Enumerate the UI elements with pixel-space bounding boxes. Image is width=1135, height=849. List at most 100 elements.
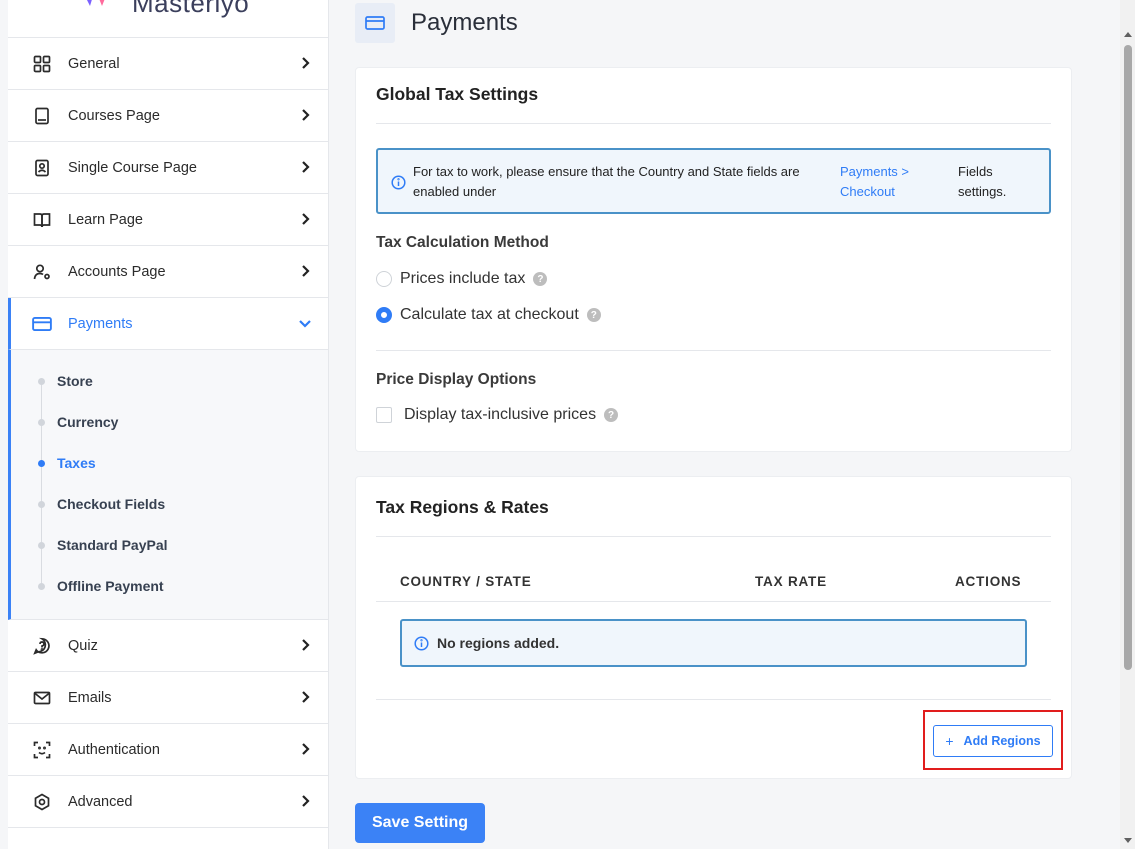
display-tax-inclusive-option[interactable]: Display tax-inclusive prices ? bbox=[376, 406, 619, 424]
mail-icon bbox=[32, 688, 52, 708]
radio-button[interactable] bbox=[376, 271, 392, 287]
column-header-tax-rate: TAX RATE bbox=[755, 574, 827, 589]
credit-card-icon bbox=[32, 314, 52, 334]
sidebar-item-label: Advanced bbox=[68, 793, 133, 810]
settings-sidebar: Masteriyo General Courses Page Single Co… bbox=[8, 0, 329, 849]
chevron-right-icon bbox=[298, 742, 312, 756]
sidebar-item-partial[interactable] bbox=[8, 828, 328, 849]
global-tax-settings-card: Global Tax Settings For tax to work, ple… bbox=[355, 67, 1072, 452]
subnav-item-label: Taxes bbox=[57, 455, 96, 471]
grid-icon bbox=[32, 54, 52, 74]
button-label: Add Regions bbox=[963, 734, 1041, 748]
tax-notice: For tax to work, please ensure that the … bbox=[376, 148, 1051, 214]
option-calculate-at-checkout[interactable]: Calculate tax at checkout ? bbox=[376, 306, 601, 324]
sidebar-item-payments[interactable]: Payments bbox=[8, 298, 328, 350]
sidebar-item-label: Authentication bbox=[68, 741, 160, 758]
subnav-item-currency[interactable]: Currency bbox=[38, 412, 119, 432]
payments-subnav: Store Currency Taxes Checkout Fields Sta… bbox=[8, 350, 328, 620]
brand-name: Masteriyo bbox=[132, 0, 250, 18]
subnav-item-taxes[interactable]: Taxes bbox=[38, 453, 96, 473]
card-title: Global Tax Settings bbox=[376, 84, 539, 104]
bullet-dot bbox=[38, 582, 45, 590]
bullet-dot bbox=[38, 541, 45, 549]
help-icon[interactable]: ? bbox=[533, 272, 548, 286]
main-content: Payments Global Tax Settings For tax to … bbox=[330, 0, 1096, 849]
scroll-down-arrow-icon[interactable] bbox=[1124, 838, 1132, 843]
sidebar-item-authentication[interactable]: Authentication bbox=[8, 724, 328, 776]
bullet-dot bbox=[38, 459, 45, 467]
sidebar-item-learn-page[interactable]: Learn Page bbox=[8, 194, 328, 246]
sidebar-item-label: Courses Page bbox=[68, 107, 160, 124]
divider bbox=[376, 699, 1051, 700]
chevron-right-icon bbox=[298, 794, 312, 808]
help-icon[interactable]: ? bbox=[604, 408, 619, 422]
sidebar-item-label: Learn Page bbox=[68, 211, 143, 228]
sidebar-item-courses-page[interactable]: Courses Page bbox=[8, 90, 328, 142]
brand-logo-icon bbox=[87, 0, 105, 6]
subnav-item-label: Store bbox=[57, 373, 93, 389]
sidebar-item-accounts-page[interactable]: Accounts Page bbox=[8, 246, 328, 298]
subnav-item-label: Checkout Fields bbox=[57, 496, 166, 512]
chevron-right-icon bbox=[298, 108, 312, 122]
page-title: Payments bbox=[411, 9, 518, 36]
sidebar-item-emails[interactable]: Emails bbox=[8, 672, 328, 724]
save-setting-button[interactable]: Save Setting bbox=[355, 803, 485, 843]
scroll-up-arrow-icon[interactable] bbox=[1124, 32, 1132, 37]
user-gear-icon bbox=[32, 262, 52, 282]
divider bbox=[376, 601, 1051, 602]
sidebar-item-label: Emails bbox=[68, 689, 112, 706]
checkbox[interactable] bbox=[376, 407, 392, 423]
tax-calc-label: Tax Calculation Method bbox=[376, 234, 549, 251]
notice-text: For tax to work, please ensure that the … bbox=[413, 164, 800, 199]
subnav-item-offline-payment[interactable]: Offline Payment bbox=[38, 576, 164, 596]
radio-button-checked[interactable] bbox=[376, 307, 392, 323]
checkbox-label: Display tax-inclusive prices bbox=[404, 406, 597, 423]
chevron-right-icon bbox=[298, 638, 312, 652]
chevron-right-icon bbox=[298, 264, 312, 278]
sidebar-item-quiz[interactable]: Quiz bbox=[8, 620, 328, 672]
divider bbox=[376, 123, 1051, 124]
book-icon bbox=[32, 106, 52, 126]
subnav-item-standard-paypal[interactable]: Standard PayPal bbox=[38, 535, 168, 555]
subnav-item-store[interactable]: Store bbox=[38, 371, 93, 391]
tax-regions-card: Tax Regions & Rates COUNTRY / STATE TAX … bbox=[355, 476, 1072, 779]
scrollbar[interactable] bbox=[1120, 0, 1135, 849]
subnav-item-checkout-fields[interactable]: Checkout Fields bbox=[38, 494, 166, 514]
option-prices-include-tax[interactable]: Prices include tax ? bbox=[376, 270, 548, 288]
sidebar-item-label: Accounts Page bbox=[68, 263, 166, 280]
chevron-right-icon bbox=[298, 690, 312, 704]
card-title: Tax Regions & Rates bbox=[376, 497, 549, 517]
add-regions-button[interactable]: + Add Regions bbox=[933, 725, 1053, 757]
chevron-right-icon bbox=[298, 56, 312, 70]
help-icon[interactable]: ? bbox=[586, 308, 601, 322]
empty-text: No regions added. bbox=[437, 635, 560, 651]
sidebar-item-advanced[interactable]: Advanced bbox=[8, 776, 328, 828]
divider bbox=[376, 350, 1051, 351]
scroll-thumb[interactable] bbox=[1124, 45, 1132, 670]
logo-area: Masteriyo bbox=[8, 0, 328, 38]
notice-suffix: Fields settings. bbox=[958, 164, 1007, 199]
chevron-right-icon bbox=[298, 212, 312, 226]
bullet-dot bbox=[38, 500, 45, 508]
subnav-item-label: Standard PayPal bbox=[57, 537, 168, 553]
column-header-country: COUNTRY / STATE bbox=[400, 574, 532, 589]
info-icon bbox=[414, 635, 429, 651]
sidebar-item-label: Quiz bbox=[68, 637, 98, 654]
face-scan-icon bbox=[32, 740, 52, 760]
chat-question-icon bbox=[32, 636, 52, 656]
payments-checkout-link[interactable]: Payments > Checkout bbox=[840, 162, 940, 202]
plus-icon: + bbox=[945, 733, 954, 749]
open-book-icon bbox=[32, 210, 52, 230]
sidebar-item-general[interactable]: General bbox=[8, 38, 328, 90]
sidebar-item-single-course-page[interactable]: Single Course Page bbox=[8, 142, 328, 194]
subnav-item-label: Offline Payment bbox=[57, 578, 164, 594]
column-header-actions: ACTIONS bbox=[955, 574, 1022, 589]
empty-regions-notice: No regions added. bbox=[400, 619, 1027, 667]
sidebar-item-label: General bbox=[68, 55, 120, 72]
divider bbox=[376, 536, 1051, 537]
subnav-item-label: Currency bbox=[57, 414, 119, 430]
price-display-label: Price Display Options bbox=[376, 371, 537, 388]
hex-gear-icon bbox=[32, 792, 52, 812]
chevron-right-icon bbox=[298, 160, 312, 174]
radio-label: Calculate tax at checkout bbox=[400, 306, 579, 323]
